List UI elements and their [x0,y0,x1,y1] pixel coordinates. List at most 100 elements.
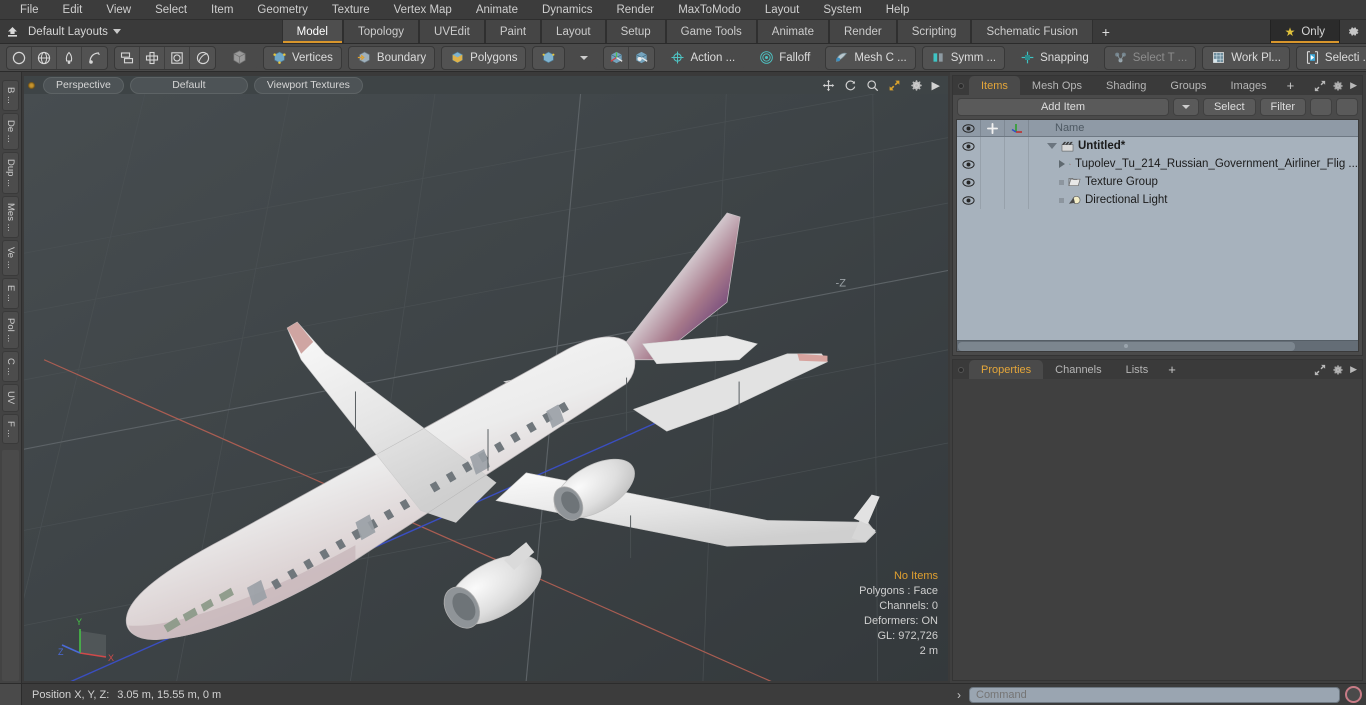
axis-cube-red-icon[interactable] [604,46,630,69]
only-toggle-button[interactable]: ★ Only [1269,20,1341,43]
row-lock-cell[interactable] [981,137,1005,155]
work-plane-button[interactable]: Work Pl... [1202,45,1290,70]
add-panel-tab-button[interactable]: + [1279,76,1303,95]
vtab-basic[interactable]: B ... [2,80,19,111]
add-properties-tab-button[interactable]: + [1160,360,1184,379]
pan-icon[interactable] [822,79,835,92]
expand-icon[interactable] [1314,364,1326,376]
gear-icon[interactable] [1340,20,1366,43]
tab-items[interactable]: Items [969,76,1020,95]
command-input[interactable] [969,686,1340,703]
row-visibility-toggle[interactable] [957,173,981,191]
fit-icon[interactable] [888,79,901,92]
add-item-button[interactable]: Add Item [957,98,1169,116]
row-name-cell[interactable]: Texture Group [1029,173,1358,191]
table-row[interactable]: Untitled* [957,137,1358,155]
menu-item-system[interactable]: System [811,0,873,20]
tab-layout[interactable]: Layout [541,20,606,43]
tab-topology[interactable]: Topology [342,20,420,43]
action-center-button[interactable]: Action ... [661,45,745,70]
row-lock-cell[interactable] [981,173,1005,191]
select-button[interactable]: Select [1202,98,1256,116]
falloff-button[interactable]: Falloff [750,45,820,70]
table-row[interactable]: Tupolev_Tu_214_Russian_Government_Airlin… [957,155,1358,173]
vtab-uv[interactable]: UV [2,384,19,412]
row-visibility-toggle[interactable] [957,137,981,155]
chevron-right-icon[interactable]: ▶ [932,79,940,92]
expand-icon[interactable] [1314,80,1326,92]
row-name-cell[interactable]: Directional Light [1029,191,1358,209]
home-up-icon[interactable] [0,20,24,43]
rotate-icon[interactable] [844,79,857,92]
row-visibility-toggle[interactable] [957,155,981,173]
circle-icon[interactable] [7,46,32,69]
default-layouts-dropdown[interactable]: Default Layouts [24,20,131,43]
mesh-constraint-button[interactable]: Mesh C ... [825,45,916,70]
chevron-right-icon[interactable]: ▶ [1350,364,1357,375]
expander-triangle-down[interactable] [1033,143,1057,149]
menu-item-geometry[interactable]: Geometry [245,0,320,20]
row-axis-cell[interactable] [1005,191,1029,209]
selection-mode-dropdown[interactable] [571,45,598,70]
duplicate-icon[interactable] [115,46,140,69]
gear-icon[interactable] [910,79,923,92]
tab-properties[interactable]: Properties [969,360,1044,379]
tab-shading[interactable]: Shading [1094,76,1159,95]
viewport-indicator-dot[interactable] [28,81,35,89]
menu-item-animate[interactable]: Animate [464,0,530,20]
vtab-polygon[interactable]: Pol ... [2,310,19,349]
menu-item-view[interactable]: View [94,0,143,20]
add-item-dropdown[interactable] [1172,98,1199,116]
viewport-style-preset[interactable]: Default [129,76,248,94]
tab-lists[interactable]: Lists [1113,360,1161,379]
axis-cube-white-icon[interactable] [629,47,654,69]
mode-polygons-button[interactable]: Polygons [441,45,527,70]
menu-item-layout[interactable]: Layout [753,0,812,20]
vtab-mesh-edit[interactable]: Mes ... [2,195,19,239]
cube-select-icon[interactable] [532,45,566,70]
symmetry-button[interactable]: Symm ... [921,45,1006,70]
vtab-deform[interactable]: De ... [2,112,19,150]
viewport-view-mode[interactable]: Perspective [43,76,124,94]
gear-icon[interactable] [1332,80,1344,92]
tab-paint[interactable]: Paint [484,20,542,43]
tab-schematic-fusion[interactable]: Schematic Fusion [971,20,1093,43]
tab-render[interactable]: Render [828,20,897,43]
tab-model[interactable]: Model [281,20,343,43]
selection-sets-button[interactable]: Selecti ... [1295,45,1366,70]
menu-item-vertex-map[interactable]: Vertex Map [382,0,464,20]
scrollbar-thumb[interactable] [958,341,1295,351]
mode-vertices-button[interactable]: Vertices [263,45,342,70]
move-cross-icon[interactable] [140,46,165,69]
row-lock-cell[interactable] [981,191,1005,209]
tab-groups[interactable]: Groups [1158,76,1219,95]
row-visibility-toggle[interactable] [957,191,981,209]
viewport-shading-mode[interactable]: Viewport Textures [253,76,363,94]
menu-item-edit[interactable]: Edit [51,0,95,20]
table-row[interactable]: Directional Light [957,191,1358,209]
tab-game-tools[interactable]: Game Tools [665,20,757,43]
globe-icon[interactable] [32,46,57,69]
tab-scripting[interactable]: Scripting [896,20,972,43]
tab-animate[interactable]: Animate [756,20,829,43]
snapping-button[interactable]: Snapping [1011,45,1098,70]
menu-item-render[interactable]: Render [604,0,666,20]
tab-mesh-ops[interactable]: Mesh Ops [1019,76,1095,95]
expander-triangle-right[interactable] [1033,160,1065,168]
row-lock-cell[interactable] [981,155,1005,173]
record-icon[interactable] [1345,686,1362,703]
ellipse-icon[interactable] [190,47,215,69]
tab-channels[interactable]: Channels [1043,360,1114,379]
tab-setup[interactable]: Setup [605,20,666,43]
items-horizontal-scrollbar[interactable] [957,340,1358,351]
funnel-icon[interactable] [1336,98,1358,116]
table-row[interactable]: Texture Group [957,173,1358,191]
menu-item-help[interactable]: Help [874,0,922,20]
tab-images[interactable]: Images [1218,76,1279,95]
zoom-icon[interactable] [866,79,879,92]
menu-item-file[interactable]: File [8,0,51,20]
vtab-edge[interactable]: E ... [2,277,19,309]
panel-menu-dot[interactable] [953,360,969,379]
square-circle-icon[interactable] [165,46,190,69]
select-through-button[interactable]: Select T ... [1103,45,1197,70]
